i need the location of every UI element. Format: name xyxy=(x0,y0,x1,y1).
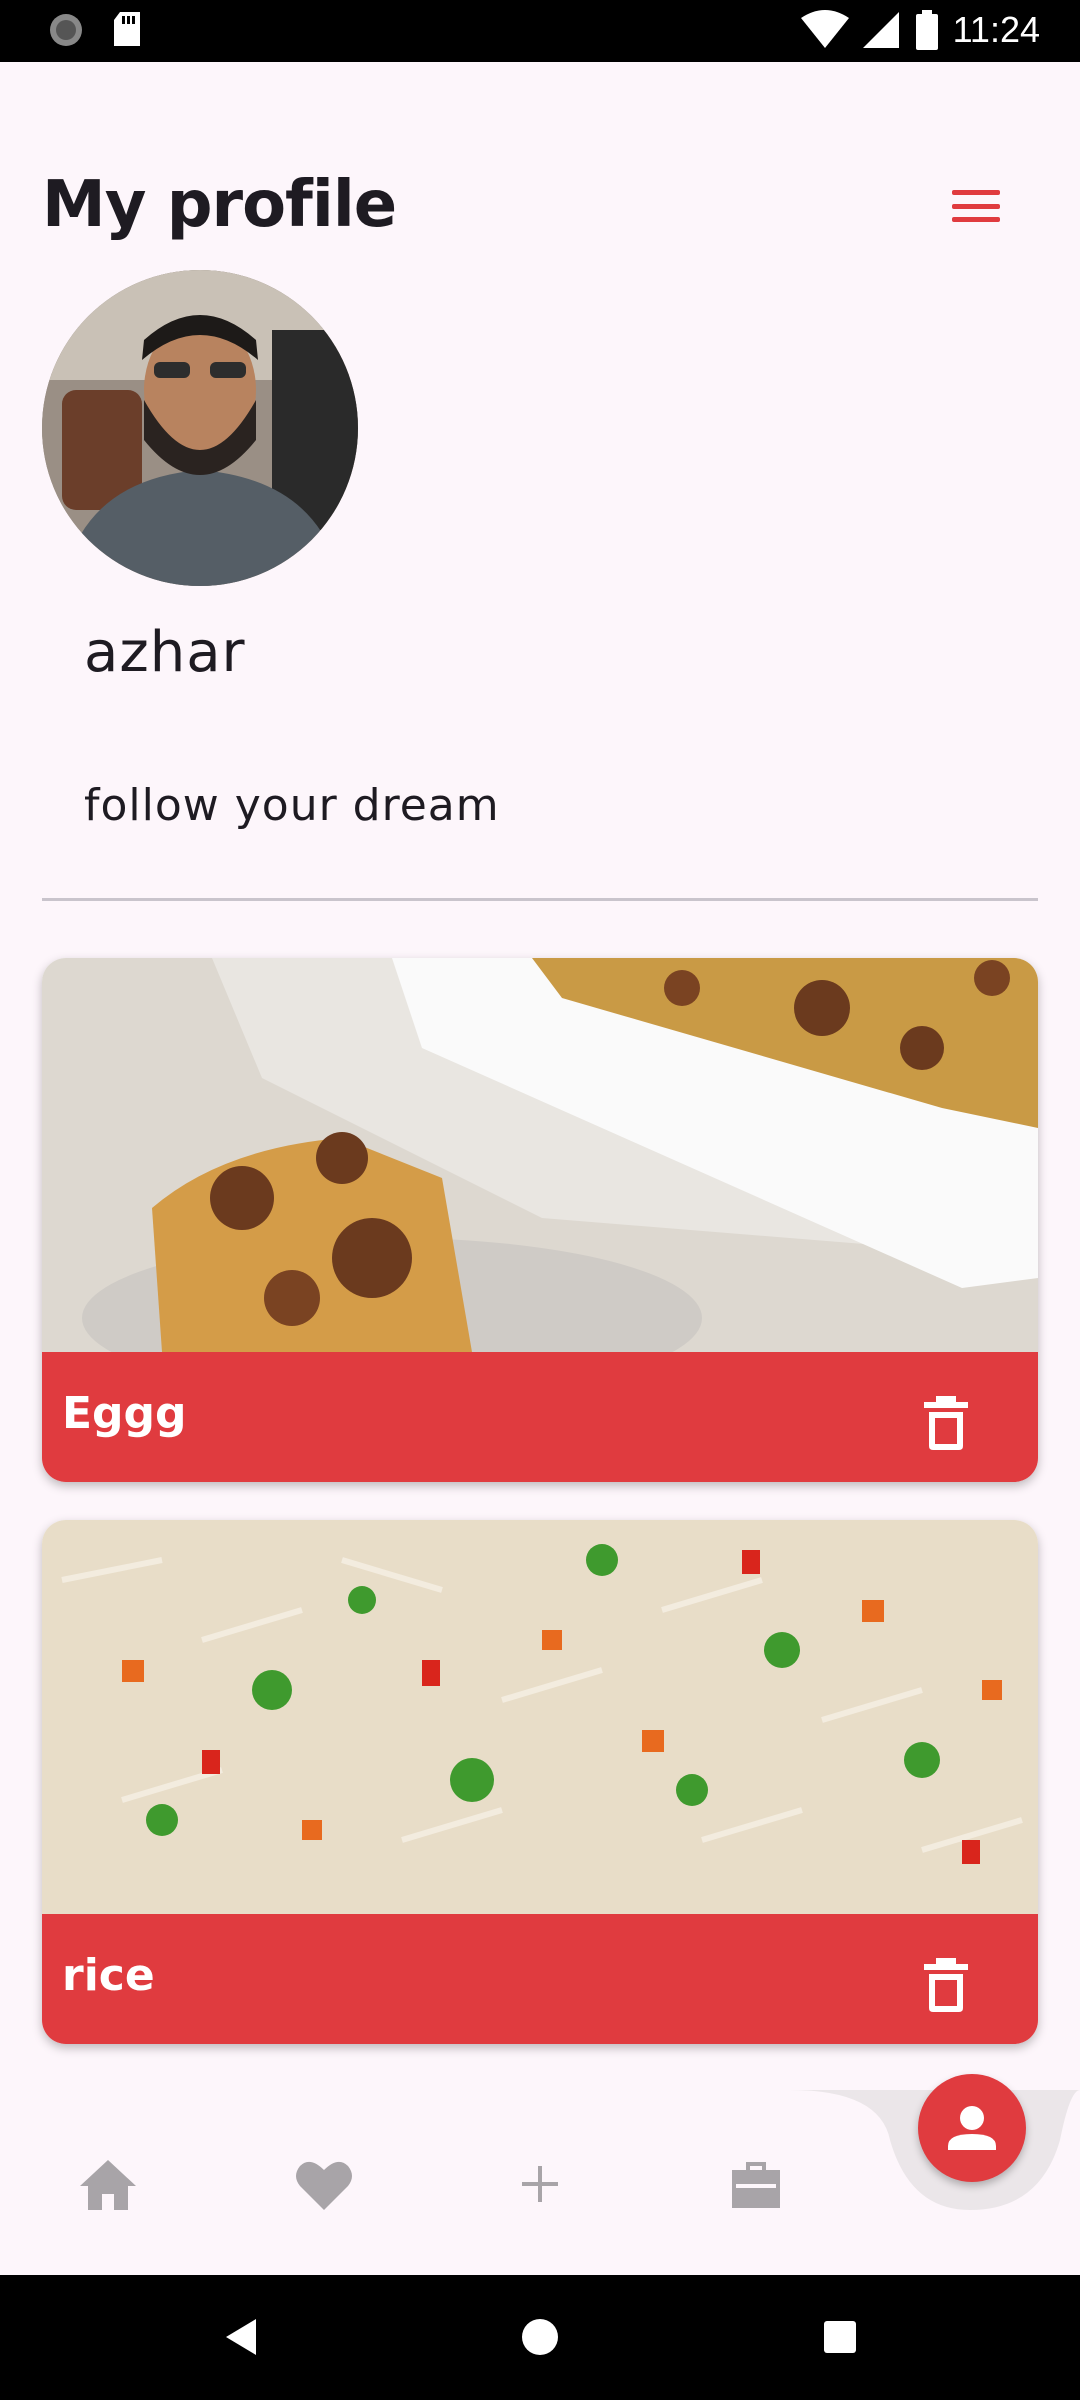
recipe-image xyxy=(42,1520,1038,1914)
wifi-icon xyxy=(800,10,849,48)
divider xyxy=(42,898,1038,901)
hamburger-menu-icon[interactable] xyxy=(940,180,1012,232)
recipe-title: Eggg xyxy=(62,1388,187,1439)
recipe-title: rice xyxy=(62,1950,155,2001)
system-navigation-bar xyxy=(0,2275,1080,2400)
recipe-card-footer: Eggg xyxy=(42,1352,1038,1482)
recipe-card[interactable]: rice xyxy=(42,1520,1038,2044)
trash-icon[interactable] xyxy=(922,1396,970,1450)
battery-icon xyxy=(915,10,938,50)
person-icon xyxy=(948,2106,996,2150)
recipe-card[interactable]: Eggg xyxy=(42,958,1038,1482)
status-right-icons: 11:24 xyxy=(800,8,1040,52)
profile-bio: follow your dream xyxy=(84,780,500,831)
plus-icon[interactable] xyxy=(508,2152,572,2216)
avatar[interactable] xyxy=(42,270,358,586)
trash-icon[interactable] xyxy=(922,1958,970,2012)
recipe-image xyxy=(42,958,1038,1352)
home-circle-icon[interactable] xyxy=(518,2315,562,2359)
status-bar: 11:24 xyxy=(0,0,1080,62)
signal-icon xyxy=(862,12,899,48)
profile-username: azhar xyxy=(84,620,246,685)
sd-card-icon xyxy=(114,12,140,46)
heart-icon[interactable] xyxy=(292,2152,356,2216)
status-time: 11:24 xyxy=(952,9,1040,50)
recipe-card-footer: rice xyxy=(42,1914,1038,2044)
page-title: My profile xyxy=(42,168,397,242)
status-left-icons xyxy=(48,12,142,48)
recents-icon[interactable] xyxy=(818,2315,862,2359)
profile-nav-button[interactable] xyxy=(918,2074,1026,2182)
home-icon[interactable] xyxy=(76,2152,140,2216)
loading-indicator-icon xyxy=(50,14,82,46)
back-icon[interactable] xyxy=(220,2315,264,2359)
briefcase-icon[interactable] xyxy=(724,2152,788,2216)
